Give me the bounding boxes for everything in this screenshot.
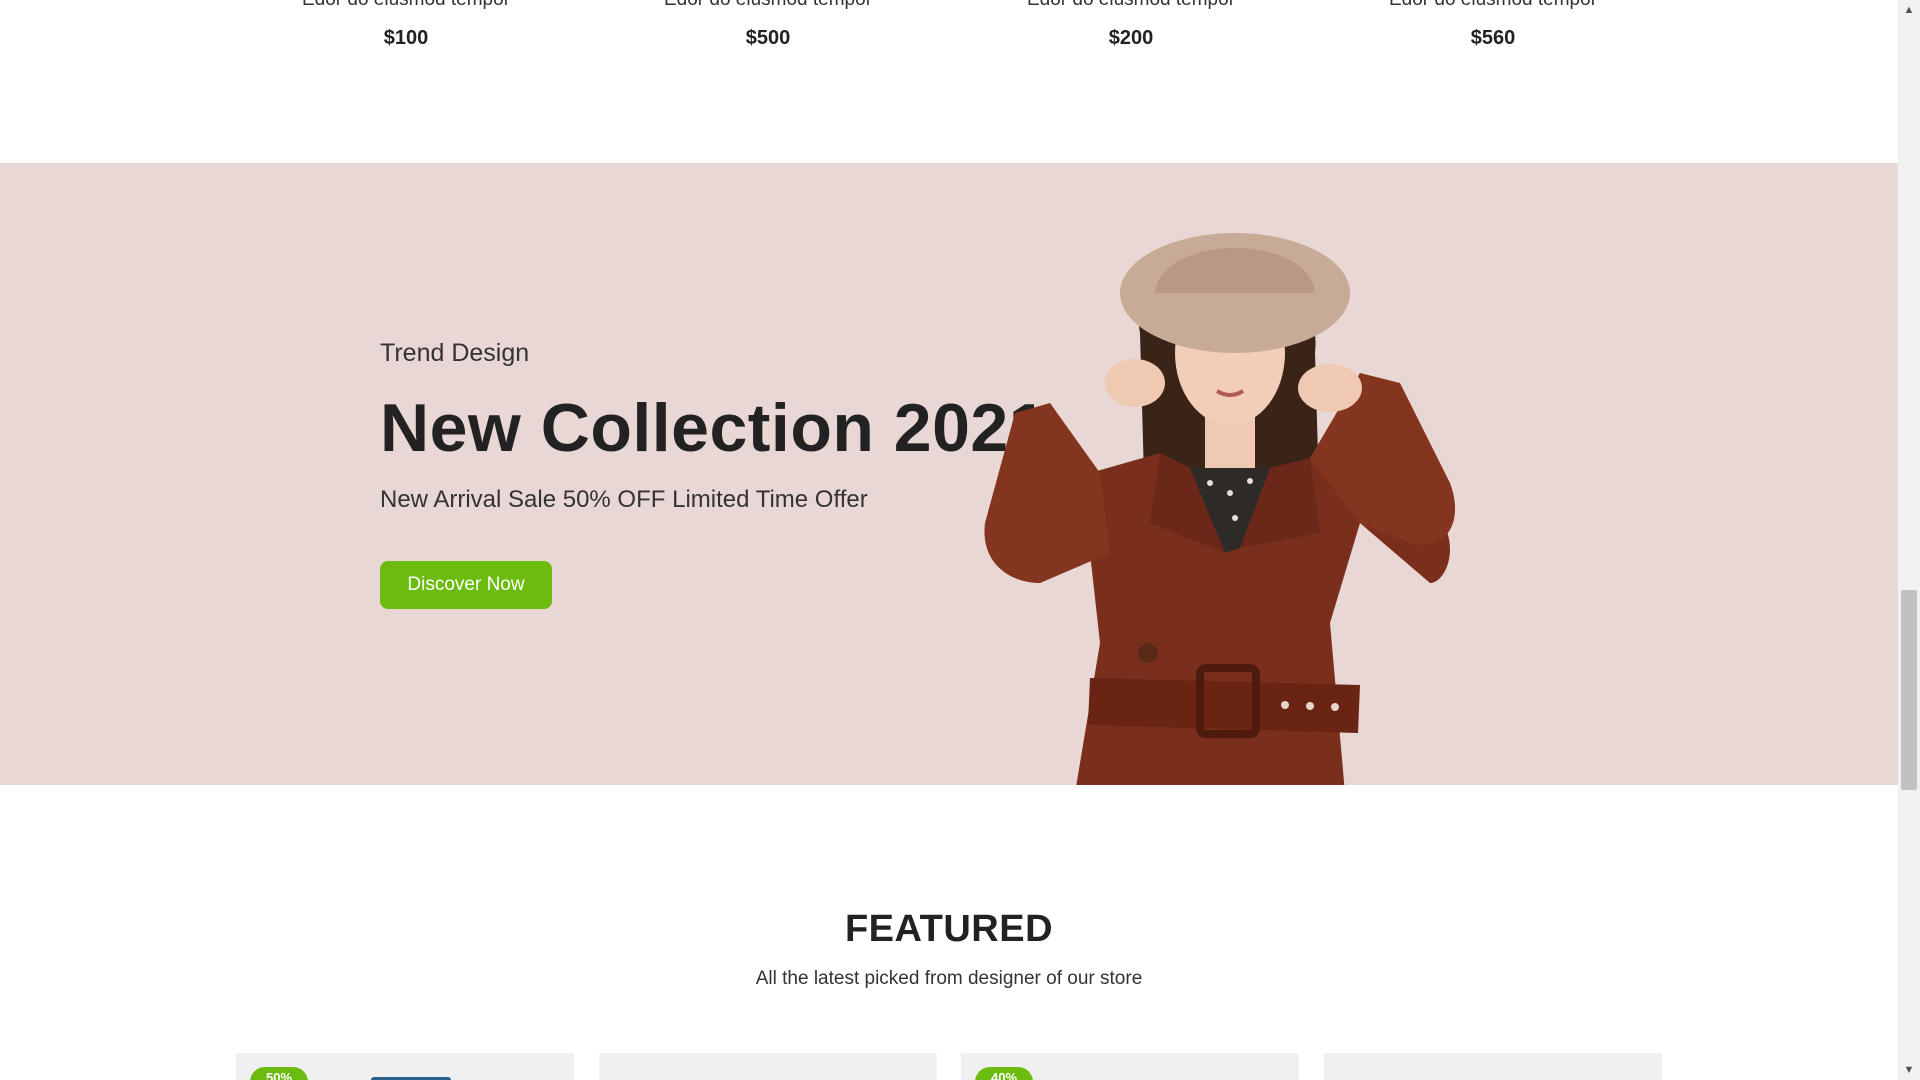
featured-title: FEATURED — [844, 908, 1054, 950]
product-name[interactable]: Edor do eiusmod tempor — [1323, 0, 1663, 12]
featured-subtitle: All the latest picked from designer of o… — [755, 968, 1143, 989]
product-card[interactable]: Edor do eiusmod tempor $560 — [1323, 0, 1663, 50]
product-card[interactable]: Edor do eiusmod tempor $200 — [961, 0, 1301, 50]
product-name[interactable]: Edor do eiusmod tempor — [236, 0, 576, 12]
product-card[interactable]: Edor do eiusmod tempor $500 — [598, 0, 938, 50]
scrollbar-thumb[interactable] — [1901, 590, 1917, 790]
discover-now-button[interactable]: Discover Now — [380, 561, 552, 609]
product-name[interactable]: Edor do eiusmod tempor — [961, 0, 1301, 12]
top-products-section: Edor do eiusmod tempor $100 Edor do eius… — [0, 0, 1898, 163]
product-price: $500 — [745, 27, 791, 49]
product-card[interactable]: Edor do eiusmod tempor $100 — [236, 0, 576, 50]
product-price: $100 — [383, 27, 429, 49]
discount-badge: 50% — [250, 1067, 308, 1080]
featured-product-card[interactable] — [1324, 1053, 1662, 1080]
product-price: $200 — [1108, 27, 1154, 49]
product-name[interactable]: Edor do eiusmod tempor — [598, 0, 938, 12]
hero-subtitle: Trend Design — [380, 339, 530, 367]
chevron-up-icon[interactable]: ▲ — [1898, 0, 1920, 20]
featured-product-card[interactable] — [599, 1053, 937, 1080]
featured-product-card[interactable]: 50% — [236, 1053, 574, 1080]
page-scrollbar[interactable]: ▲ ▼ — [1898, 0, 1920, 1080]
product-price: $560 — [1470, 27, 1516, 49]
model-image — [984, 233, 1456, 785]
chevron-down-icon[interactable]: ▼ — [1898, 1060, 1920, 1080]
discount-badge: 40% — [975, 1067, 1033, 1080]
hero-offer-text: New Arrival Sale 50% OFF Limited Time Of… — [380, 486, 868, 513]
featured-product-card[interactable]: 40% — [961, 1053, 1299, 1080]
hero-banner: Trend Design New Collection 2021 New Arr… — [0, 163, 1898, 785]
